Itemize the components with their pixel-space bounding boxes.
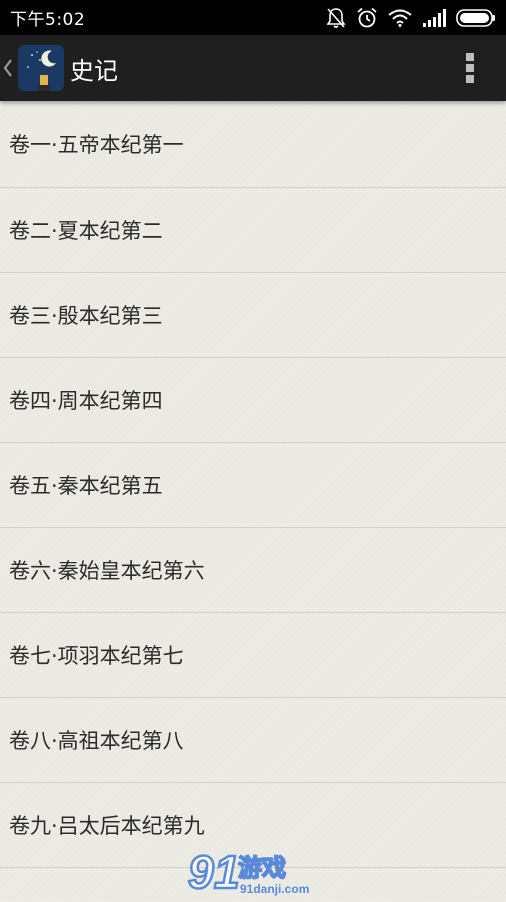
svg-text:1: 1 [214, 846, 240, 898]
list-item[interactable]: 卷三·殷本纪第三 [0, 273, 506, 358]
status-icons [326, 7, 496, 29]
list-item[interactable]: 卷八·高祖本纪第八 [0, 698, 506, 783]
list-item[interactable]: 卷七·项羽本纪第七 [0, 613, 506, 698]
list-item[interactable]: 卷二·夏本纪第二 [0, 188, 506, 273]
svg-text:91danji.com: 91danji.com [240, 882, 309, 896]
chapter-title: 卷三·殷本纪第三 [9, 304, 163, 328]
status-bar: 下午5:02 [0, 0, 506, 35]
chapter-title: 卷一·五帝本纪第一 [9, 133, 184, 157]
chapter-title: 卷五·秦本纪第五 [9, 474, 163, 498]
chapter-title: 卷四·周本纪第四 [9, 389, 163, 413]
chapter-title: 卷九·吕太后本纪第九 [9, 814, 205, 838]
list-item[interactable]: 卷六·秦始皇本纪第六 [0, 528, 506, 613]
back-chevron-icon[interactable] [3, 58, 17, 78]
list-item[interactable]: 卷一·五帝本纪第一 [0, 101, 506, 188]
chapter-title: 卷六·秦始皇本纪第六 [9, 559, 205, 583]
signal-icon [422, 8, 446, 27]
chapter-title: 卷八·高祖本纪第八 [9, 729, 184, 753]
watermark-logo: 9 1 游戏 91danji.com [186, 845, 326, 900]
status-time: 下午5:02 [10, 10, 86, 30]
list-item[interactable]: 卷四·周本纪第四 [0, 358, 506, 443]
list-item[interactable]: 卷五·秦本纪第五 [0, 443, 506, 528]
overflow-menu-icon[interactable] [450, 35, 490, 101]
alarm-icon [356, 7, 378, 29]
chapter-title: 卷七·项羽本纪第七 [9, 644, 184, 668]
page-title: 史记 [70, 56, 118, 85]
chapter-list: 卷一·五帝本纪第一 卷二·夏本纪第二 卷三·殷本纪第三 卷四·周本纪第四 卷五·… [0, 101, 506, 900]
action-bar: 史记 [0, 35, 506, 101]
notifications-off-icon [326, 7, 346, 29]
svg-text:9: 9 [188, 846, 214, 898]
svg-text:游戏: 游戏 [238, 854, 286, 882]
battery-icon [456, 8, 496, 27]
app-icon[interactable] [18, 45, 64, 91]
chapter-title: 卷二·夏本纪第二 [9, 219, 163, 243]
wifi-icon [388, 9, 412, 27]
